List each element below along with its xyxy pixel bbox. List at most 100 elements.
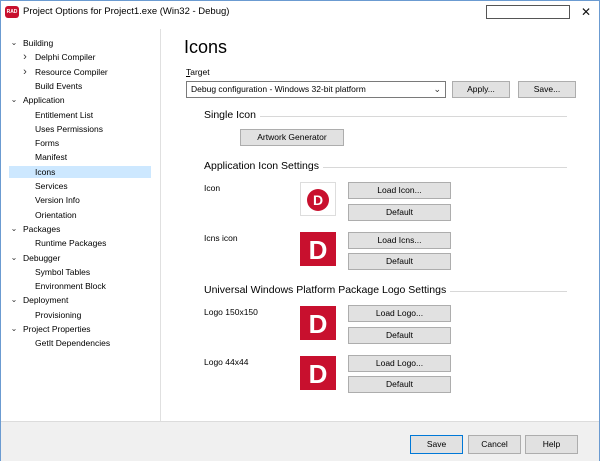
sidebar-item-symbol-tables[interactable]: Symbol Tables — [35, 266, 151, 278]
chevron-down-icon[interactable]: ⌄ — [10, 252, 18, 264]
logo44-label: Logo 44x44 — [204, 357, 249, 367]
sidebar-item-label: Build Events — [35, 80, 83, 91]
sidebar-item-label: Uses Permissions — [35, 123, 104, 134]
sidebar-item-label: Services — [35, 181, 68, 191]
sidebar-item-deployment[interactable]: Deployment — [23, 294, 151, 306]
delphi-icon: D — [307, 189, 329, 211]
sidebar-item-label: Manifest — [35, 152, 68, 163]
sidebar-item-label: Application — [23, 95, 65, 106]
sidebar-item-manifest[interactable]: Manifest — [35, 151, 151, 163]
svg-text:D: D — [309, 359, 328, 389]
app-icon-settings-heading: Application Icon Settings — [204, 160, 323, 172]
sidebar-item-project-properties[interactable]: Project Properties — [23, 323, 151, 335]
options-tree: Building ⌄ Delphi Compiler › Resource Compil… — [1, 29, 161, 421]
logo150-preview: D — [300, 306, 336, 340]
sidebar-item-label: Packages — [23, 223, 61, 234]
sidebar-item-services[interactable]: Services — [35, 180, 151, 192]
sidebar-item-version-info[interactable]: Version Info — [35, 194, 151, 206]
svg-text:D: D — [309, 309, 328, 339]
sidebar-item-packages[interactable]: Packages — [23, 223, 151, 235]
sidebar-item-orientation[interactable]: Orientation — [35, 209, 151, 221]
sidebar-item-build-events[interactable]: Build Events — [35, 80, 151, 92]
title-bar: RAD Project Options for Project1.exe (Wi… — [1, 1, 599, 23]
sidebar-item-environment-block[interactable]: Environment Block — [35, 280, 151, 292]
delphi-logo44-icon: D — [300, 356, 336, 390]
close-button[interactable]: ✕ — [575, 3, 597, 21]
target-select-value: Debug configuration - Windows 32-bit pla… — [191, 84, 366, 94]
sidebar-item-building[interactable]: Building — [23, 37, 151, 49]
sidebar-item-label: Forms — [35, 138, 60, 149]
sidebar-item-getit-dependencies[interactable]: GetIt Dependencies — [35, 337, 151, 349]
sidebar-item-label: Orientation — [35, 209, 77, 220]
load-icns-button[interactable]: Load Icns... — [348, 232, 451, 249]
project-options-window: RAD Project Options for Project1.exe (Wi… — [0, 0, 600, 461]
target-select[interactable]: Debug configuration - Windows 32-bit pla… — [186, 81, 446, 98]
sidebar-item-label: Entitlement List — [35, 109, 94, 120]
uwp-heading: Universal Windows Platform Package Logo … — [204, 284, 451, 296]
sidebar-item-entitlement-list[interactable]: Entitlement List — [35, 109, 151, 121]
sidebar-item-label: Environment Block — [35, 281, 106, 292]
sidebar-item-runtime-packages[interactable]: Runtime Packages — [35, 237, 151, 249]
chevron-right-icon[interactable]: › — [21, 66, 29, 78]
load-logo44-button[interactable]: Load Logo... — [348, 355, 451, 372]
sidebar-item-label: Runtime Packages — [35, 238, 107, 249]
chevron-down-icon[interactable]: ⌄ — [10, 294, 18, 306]
single-icon-heading: Single Icon — [204, 109, 260, 121]
sidebar-item-label: Version Info — [35, 195, 80, 206]
chevron-right-icon[interactable]: › — [21, 51, 29, 63]
load-logo150-button[interactable]: Load Logo... — [348, 305, 451, 322]
chevron-down-icon[interactable]: ⌄ — [10, 223, 18, 235]
chevron-down-icon[interactable]: ⌄ — [10, 323, 18, 335]
icns-preview: D — [300, 232, 336, 266]
icon-preview: D — [300, 182, 336, 216]
icon-label: Icon — [204, 183, 221, 193]
close-icon: ✕ — [580, 5, 592, 19]
sidebar-item-label: GetIt Dependencies — [35, 338, 111, 349]
apply-button[interactable]: Apply... — [452, 81, 510, 98]
window-title: Project Options for Project1.exe (Win32 … — [23, 6, 230, 17]
sidebar-item-label: Building — [23, 38, 54, 48]
delphi-logo150-icon: D — [300, 306, 336, 340]
logo44-default-button[interactable]: Default — [348, 376, 451, 393]
sidebar-item-resource-compiler[interactable]: Resource Compiler — [35, 66, 151, 78]
sidebar-item-debugger[interactable]: Debugger — [23, 252, 151, 264]
sidebar-item-label: Deployment — [23, 295, 69, 306]
logo150-default-button[interactable]: Default — [348, 327, 451, 344]
dialog-footer: Save Cancel Help — [1, 421, 599, 461]
sidebar-item-delphi-compiler[interactable]: Delphi Compiler — [35, 51, 151, 63]
sidebar-item-uses-permissions[interactable]: Uses Permissions — [35, 123, 151, 135]
sidebar-item-label: Resource Compiler — [35, 66, 108, 77]
logo44-preview: D — [300, 356, 336, 390]
chevron-down-icon[interactable]: ⌄ — [10, 37, 18, 49]
svg-text:D: D — [309, 235, 328, 265]
load-icon-button[interactable]: Load Icon... — [348, 182, 451, 199]
sidebar-item-label: Debugger — [23, 252, 61, 263]
help-button[interactable]: Help — [525, 435, 578, 454]
sidebar-item-label: Symbol Tables — [35, 266, 91, 277]
icons-page: Icons Target Debug configuration - Windo… — [162, 29, 599, 421]
save-config-button[interactable]: Save... — [518, 81, 576, 98]
chevron-down-icon[interactable]: ⌄ — [10, 94, 18, 106]
delphi-icns-icon: D — [300, 232, 336, 266]
icns-default-button[interactable]: Default — [348, 253, 451, 270]
sidebar-item-label: Icons — [35, 166, 56, 177]
sidebar-item-forms[interactable]: Forms — [35, 137, 151, 149]
artwork-generator-button[interactable]: Artwork Generator — [240, 129, 344, 146]
icns-label: Icns icon — [204, 233, 238, 243]
title-search-box[interactable] — [486, 5, 570, 19]
page-title: Icons — [184, 37, 228, 57]
save-button[interactable]: Save — [410, 435, 463, 454]
sidebar-item-application[interactable]: Application — [23, 94, 151, 106]
sidebar-item-provisioning[interactable]: Provisioning — [35, 309, 151, 321]
target-label: Target — [186, 67, 210, 77]
sidebar-item-label: Project Properties — [23, 324, 91, 334]
sidebar-item-label: Provisioning — [35, 309, 82, 320]
rad-studio-icon: RAD — [5, 6, 19, 18]
sidebar-item-label: Delphi Compiler — [35, 52, 96, 63]
svg-text:D: D — [313, 192, 323, 208]
cancel-button[interactable]: Cancel — [468, 435, 521, 454]
icon-default-button[interactable]: Default — [348, 204, 451, 221]
sidebar-item-icons[interactable]: Icons — [9, 165, 151, 178]
logo150-label: Logo 150x150 — [204, 307, 258, 317]
chevron-down-icon: ⌄ — [433, 84, 441, 94]
